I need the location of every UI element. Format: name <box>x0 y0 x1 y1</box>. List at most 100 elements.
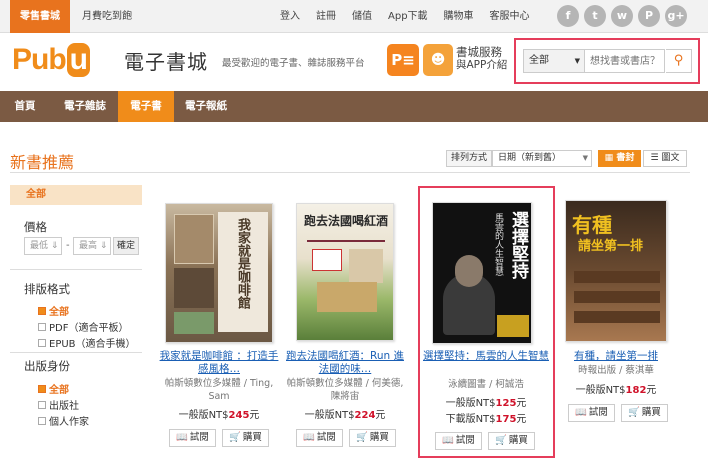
view-cover-label: 書封 <box>616 153 635 163</box>
format-option-epub[interactable]: EPUB（適合手機） <box>38 335 136 350</box>
buy-button[interactable]: 🛒 購買 <box>621 404 668 422</box>
buy-button[interactable]: 🛒 購買 <box>349 429 396 447</box>
search-category-select[interactable]: 全部 ▼ <box>523 49 585 73</box>
price-label: 一般版NT$ <box>178 410 229 421</box>
sort-label: 排列方式 <box>446 150 492 167</box>
plurk-icon[interactable]: P <box>638 5 660 27</box>
view-cover-button[interactable]: ▦ 書封 <box>598 150 641 167</box>
checkbox-checked-icon <box>38 385 46 393</box>
format-option-all[interactable]: 全部 <box>38 303 69 318</box>
price-confirm-button[interactable]: 確定 <box>113 237 139 255</box>
sidebar-divider <box>10 269 142 270</box>
identity-option-all[interactable]: 全部 <box>38 381 69 396</box>
trial-button[interactable]: 📖 試閱 <box>296 429 343 447</box>
divider <box>10 172 690 173</box>
trial-button[interactable]: 📖 試閱 <box>568 404 615 422</box>
trial-label: 試閱 <box>588 407 608 418</box>
book-publisher[interactable]: 帕斯頓數位多媒體 / Ting, Sam <box>158 377 280 403</box>
sort-value: 日期（新到舊） <box>498 153 562 163</box>
service-line2: 與APP介紹 <box>456 59 508 71</box>
nav-newspapers[interactable]: 電子報紙 <box>176 91 236 122</box>
view-list-button[interactable]: ☰ 圖文 <box>643 150 687 167</box>
mascot-icon[interactable]: ☻ <box>423 44 453 76</box>
slogan: 最受歡迎的電子書、雜誌服務平台 <box>222 58 365 69</box>
checkbox-icon <box>38 339 46 347</box>
sort-select[interactable]: 日期（新到舊） ▼ <box>492 150 592 167</box>
book-title[interactable]: 我家就是咖啡館 ：打造手感風格… <box>158 350 280 376</box>
format-option-label: EPUB（適合手機） <box>49 339 136 350</box>
register-link[interactable]: 註冊 <box>308 0 344 33</box>
buy-label: 購買 <box>242 432 262 443</box>
logo-subtitle: 電子書城 <box>124 50 208 74</box>
format-heading: 排版格式 <box>24 282 70 296</box>
customer-service-link[interactable]: 客服中心 <box>482 0 538 33</box>
book-cover[interactable]: 跑去法國喝紅酒 <box>296 203 394 341</box>
checkbox-icon <box>38 417 46 425</box>
sidebar-all-category[interactable]: 全部 <box>10 185 142 205</box>
service-intro-link[interactable]: 書城服務 與APP介紹 <box>456 46 507 72</box>
book-price: 一般版NT$224元 <box>282 406 408 421</box>
highlight-frame <box>418 186 555 458</box>
social-icons: f t w P g+ <box>557 5 687 27</box>
price-unit: 元 <box>375 410 386 421</box>
cover-title: 有種 <box>572 213 612 237</box>
chevron-down-icon: ▼ <box>582 154 588 162</box>
buy-button[interactable]: 🛒 購買 <box>222 429 269 447</box>
search-icon[interactable]: ⚲ <box>666 49 692 73</box>
cart-icon: 🛒 <box>229 432 241 443</box>
book-cover[interactable]: 有種 請坐第一排 <box>565 200 667 342</box>
logo-u: u <box>66 43 90 77</box>
format-option-label: PDF（適合平板） <box>49 323 129 334</box>
weibo-icon[interactable]: w <box>611 5 633 27</box>
price-value: 245 <box>228 410 250 421</box>
price-value: 224 <box>354 410 376 421</box>
sidebar-divider <box>10 352 142 353</box>
checkbox-icon <box>38 401 46 409</box>
book-price: 一般版NT$245元 <box>158 406 280 421</box>
format-option-pdf[interactable]: PDF（適合平板） <box>38 319 128 334</box>
identity-option-author[interactable]: 個人作家 <box>38 413 89 428</box>
cart-link[interactable]: 購物車 <box>436 0 482 33</box>
logo-text: Pub <box>12 43 67 76</box>
nav-ebooks[interactable]: 電子書 <box>118 91 174 122</box>
search-input[interactable] <box>585 49 665 73</box>
price-min-input[interactable]: 最低 ⇓ <box>24 237 62 255</box>
trial-label: 試閱 <box>189 432 209 443</box>
facebook-icon[interactable]: f <box>557 5 579 27</box>
chevron-down-icon: ▼ <box>574 57 580 65</box>
price-max-placeholder: 最高 <box>79 241 98 251</box>
book-publisher[interactable]: 帕斯頓數位多媒體 / 何美德, 陳將宙 <box>282 377 408 403</box>
price-max-input[interactable]: 最高 ⇓ <box>73 237 111 255</box>
tab-subscription[interactable]: 月費吃到飽 <box>82 0 132 33</box>
twitter-icon[interactable]: t <box>584 5 606 27</box>
book-icon: 📖 <box>176 432 188 443</box>
google-plus-icon[interactable]: g+ <box>665 5 687 27</box>
book-cover[interactable]: 我家就是咖啡館 <box>165 203 273 343</box>
identity-option-label: 全部 <box>49 385 69 396</box>
tab-retail-store[interactable]: 零售書城 <box>10 0 70 33</box>
buy-label: 購買 <box>641 407 661 418</box>
price-unit: 元 <box>249 410 260 421</box>
app-download-link[interactable]: App下載 <box>380 0 436 33</box>
book-price: 一般版NT$182元 <box>558 381 674 396</box>
price-value: 182 <box>625 385 647 396</box>
nav-home[interactable]: 首頁 <box>0 91 50 122</box>
book-title[interactable]: 有種，請坐第一排 <box>558 350 674 363</box>
list-icon: ☰ <box>650 153 659 163</box>
cart-icon: 🛒 <box>356 432 368 443</box>
top-bar: 零售書城 月費吃到飽 登入 註冊 儲值 App下載 購物車 客服中心 f t w… <box>0 0 708 33</box>
logo[interactable]: Pub u <box>12 43 91 77</box>
search-category-value: 全部 <box>529 55 549 66</box>
topup-link[interactable]: 儲值 <box>344 0 380 33</box>
login-link[interactable]: 登入 <box>272 0 308 33</box>
service-line1: 書城服務 <box>456 45 502 59</box>
trial-button[interactable]: 📖 試閱 <box>169 429 216 447</box>
nav-magazines[interactable]: 電子雜誌 <box>52 91 118 122</box>
book-title[interactable]: 跑去法國喝紅酒：Run 進法國的味… <box>282 350 408 376</box>
identity-option-publisher[interactable]: 出版社 <box>38 397 79 412</box>
book-icon: 📖 <box>575 407 587 418</box>
pubu-app-icon[interactable]: P≡ <box>387 44 419 76</box>
cover-title: 跑去法國喝紅酒 <box>303 214 388 228</box>
book-publisher[interactable]: 時報出版 / 蔡淇華 <box>558 364 674 377</box>
top-links: 登入 註冊 儲值 App下載 購物車 客服中心 <box>272 0 538 33</box>
